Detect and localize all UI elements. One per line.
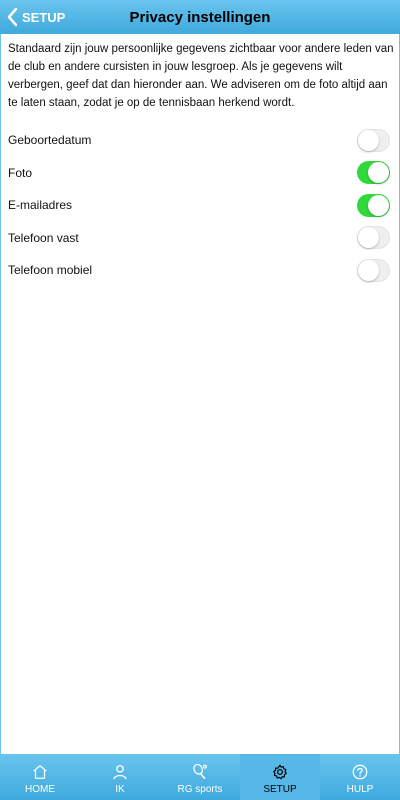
tab-home[interactable]: HOME [0, 754, 80, 800]
tab-setup[interactable]: SETUP [240, 754, 320, 800]
top-bar: SETUP Privacy instellingen [0, 0, 400, 34]
toggle-knob [358, 227, 379, 249]
page-title: Privacy instellingen [129, 8, 271, 26]
setting-label: Telefoon mobiel [8, 263, 93, 278]
bottom-tab-bar: HOME IK RG sports SETUP HULP [0, 754, 400, 800]
setting-label: Foto [8, 165, 33, 180]
toggle-knob [368, 162, 389, 184]
setting-label: E-mailadres [8, 198, 73, 213]
app-frame [0, 0, 400, 800]
tab-label: RG sports [177, 784, 223, 795]
tab-ik[interactable]: IK [80, 754, 160, 800]
foto-toggle[interactable] [357, 161, 390, 185]
setting-row-emailadres: E-mailadres [0, 189, 400, 222]
setting-row-telefoon-vast: Telefoon vast [0, 222, 400, 255]
emailadres-toggle[interactable] [357, 193, 390, 217]
intro-text: Standaard zijn jouw persoonlijke gegeven… [8, 43, 394, 109]
telefoon-mobiel-toggle[interactable] [357, 258, 390, 282]
tab-hulp[interactable]: HULP [320, 754, 400, 800]
tab-label: HOME [25, 784, 55, 795]
toggle-knob [368, 194, 389, 216]
setting-label: Telefoon vast [8, 230, 79, 245]
setting-row-telefoon-mobiel: Telefoon mobiel [0, 254, 400, 287]
tab-label: HULP [346, 784, 374, 795]
tab-rg-sports[interactable]: RG sports [160, 754, 240, 800]
tab-label: SETUP [263, 784, 297, 795]
setting-row-foto: Foto [0, 157, 400, 190]
telefoon-vast-toggle[interactable] [357, 226, 390, 250]
tennis-racket-icon [193, 763, 207, 780]
help-icon [352, 764, 368, 780]
privacy-settings-list: Geboortedatum Foto E-mailadres Telefoon … [0, 124, 400, 287]
geboortedatum-toggle[interactable] [357, 128, 390, 152]
setting-row-geboortedatum: Geboortedatum [0, 124, 400, 157]
toggle-knob [358, 259, 379, 281]
user-icon [113, 765, 127, 780]
gear-icon [273, 764, 287, 780]
setting-label: Geboortedatum [8, 133, 92, 148]
toggle-knob [358, 129, 379, 151]
tab-label: IK [115, 784, 125, 795]
home-icon [33, 765, 47, 779]
